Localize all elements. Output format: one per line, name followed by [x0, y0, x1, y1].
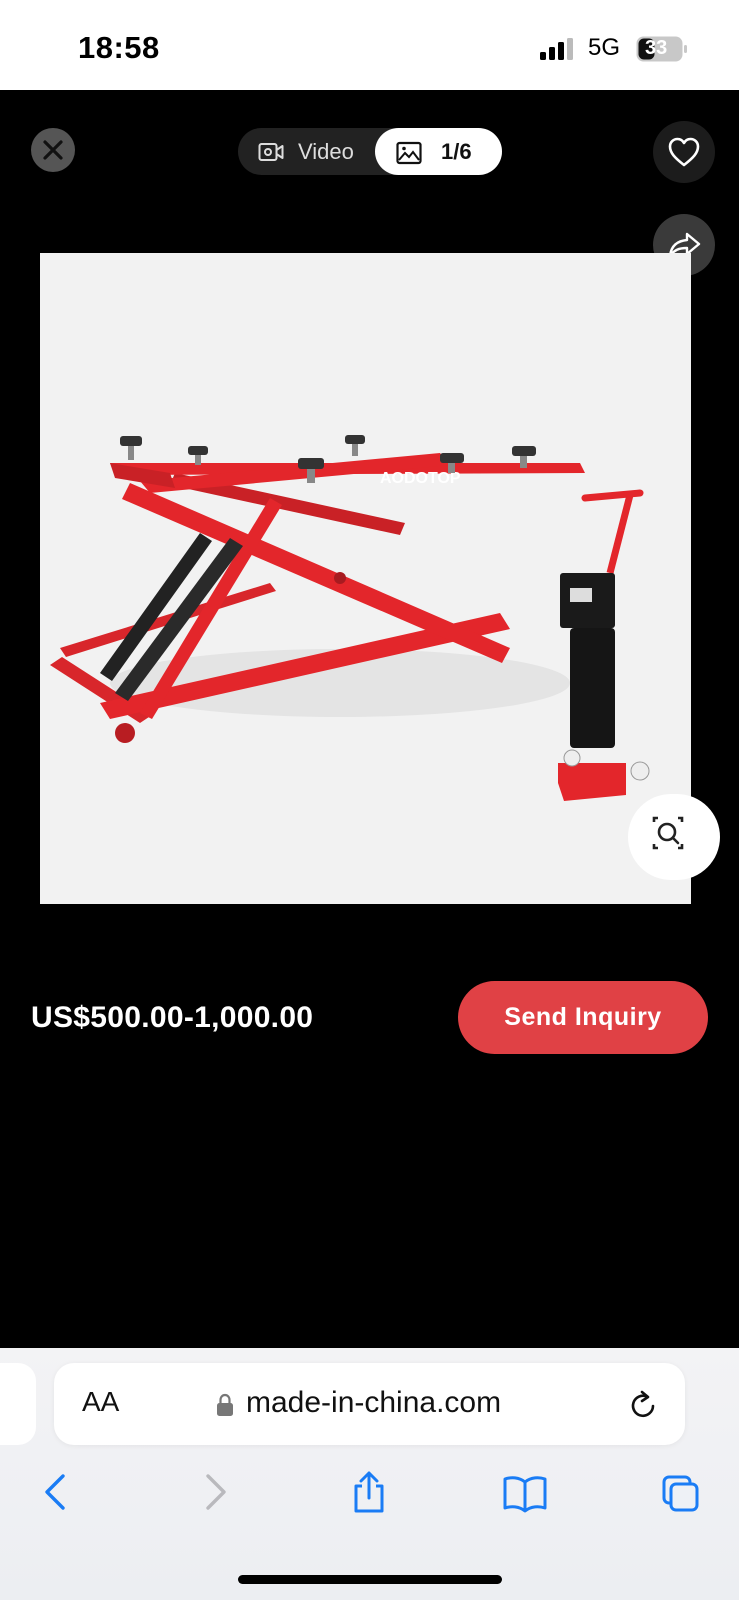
image-counter: 1/6	[441, 139, 472, 164]
previous-tab-preview[interactable]	[0, 1363, 36, 1445]
home-indicator	[238, 1575, 502, 1584]
heart-icon	[668, 137, 700, 167]
back-chevron-icon[interactable]	[36, 1470, 76, 1514]
reload-icon[interactable]	[627, 1389, 659, 1421]
status-time: 18:58	[78, 30, 160, 65]
tab-video[interactable]: Video	[298, 139, 354, 165]
share-icon[interactable]	[349, 1470, 389, 1514]
network-type: 5G	[588, 34, 621, 61]
url-text[interactable]: made-in-china.com	[246, 1386, 501, 1420]
price-range: US$500.00-1,000.00	[31, 1001, 314, 1034]
send-inquiry-button[interactable]: Send Inquiry	[458, 981, 708, 1054]
tab-images[interactable]	[375, 128, 502, 175]
forward-chevron-icon[interactable]	[195, 1470, 235, 1514]
signal-strength-icon	[540, 38, 573, 60]
close-icon	[43, 140, 63, 160]
close-button[interactable]	[31, 128, 75, 172]
visual-search-button[interactable]	[628, 794, 720, 880]
reader-options-button[interactable]: AA	[82, 1386, 119, 1418]
favorite-button[interactable]	[653, 121, 715, 183]
visual-search-icon	[652, 816, 684, 850]
scissor-lift-illustration: AODOTOP	[40, 253, 691, 904]
tabs-icon[interactable]	[660, 1470, 700, 1514]
video-camera-icon[interactable]	[258, 140, 284, 164]
image-icon	[396, 141, 422, 165]
status-bar: 18:58 5G 33	[0, 0, 739, 90]
lock-icon	[217, 1393, 233, 1416]
bookmarks-icon[interactable]	[502, 1470, 548, 1514]
battery-level: 33	[645, 37, 668, 59]
product-image[interactable]: AODOTOP	[40, 253, 691, 904]
